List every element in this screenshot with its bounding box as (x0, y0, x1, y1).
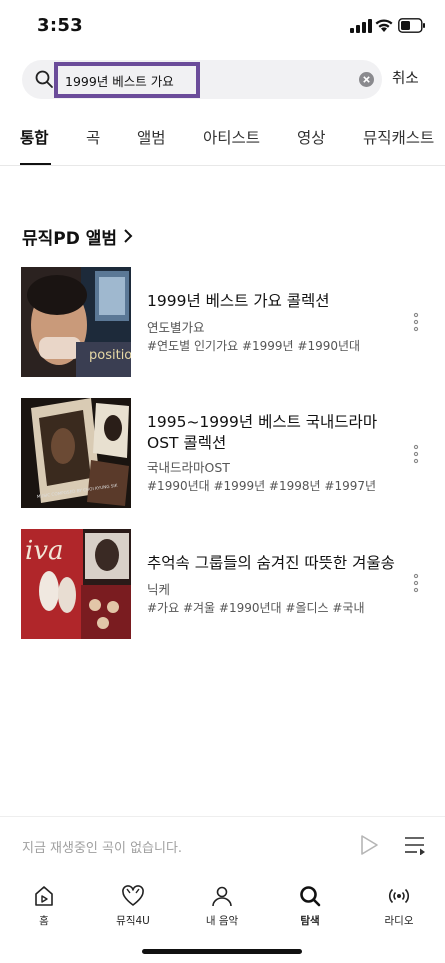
search-input[interactable] (58, 66, 196, 94)
home-icon (35, 886, 53, 906)
more-options-icon[interactable] (412, 312, 420, 332)
album-list-item[interactable]: position 1999년 베스트 가요 콜렉션 연도별가요 #연도별 인기가… (0, 267, 445, 379)
album-artist[interactable]: 국내드라마OST (147, 457, 230, 476)
heart-icon (122, 885, 144, 906)
search-icon (300, 886, 321, 907)
more-options-icon[interactable] (412, 573, 420, 593)
tab-albums[interactable]: 앨범 (137, 126, 166, 148)
status-time: 3:53 (37, 15, 83, 36)
tab-all[interactable]: 통합 (20, 126, 49, 148)
signal-icon (350, 19, 372, 33)
album-cover-image: iva (21, 529, 131, 639)
nav-radio[interactable]: 라디오 (364, 884, 434, 934)
album-cover-image: MUSIC COMPOSED BY CHOI KYUNG SIK (21, 398, 131, 508)
tab-artists[interactable]: 아티스트 (203, 126, 260, 148)
cancel-button[interactable]: 취소 (392, 67, 419, 88)
active-tab-indicator (20, 163, 51, 165)
clear-icon[interactable] (359, 72, 374, 87)
album-title[interactable]: 추억속 그룹들의 숨겨진 따뜻한 겨울송 (147, 553, 402, 574)
album-tags: #연도별 인기가요 #1999년 #1990년대 (147, 339, 361, 353)
wifi-icon (375, 19, 393, 32)
nav-radio-label: 라디오 (384, 915, 414, 927)
album-list-item[interactable]: iva 추억속 그룹들의 숨겨진 따뜻한 겨울송 닉케 #가요 #겨울 #199… (0, 529, 445, 641)
status-bar: 3:53 (0, 0, 445, 50)
album-title[interactable]: 1999년 베스트 가요 콜렉션 (147, 291, 402, 312)
album-tags: #1990년대 #1999년 #1998년 #1997년 (147, 479, 377, 493)
chevron-right-icon[interactable] (122, 228, 134, 244)
nav-home-label: 홈 (39, 915, 49, 927)
album-cover-text: iva (25, 536, 64, 566)
nav-music4u[interactable]: 뮤직4U (98, 884, 168, 934)
album-artist[interactable]: 닉케 (147, 579, 170, 598)
album-list-item[interactable]: MUSIC COMPOSED BY CHOI KYUNG SIK 1995~19… (0, 398, 445, 510)
mini-player[interactable]: 지금 재생중인 곡이 없습니다. (0, 816, 445, 874)
album-cover-image: position (21, 267, 131, 377)
nav-music4u-label: 뮤직4U (116, 915, 150, 927)
search-icon (35, 70, 53, 88)
radio-icon (388, 888, 410, 904)
tab-videos[interactable]: 영상 (297, 126, 326, 148)
nav-my-music[interactable]: 내 음악 (187, 884, 257, 934)
now-playing-status: 지금 재생중인 곡이 없습니다. (22, 841, 183, 856)
nav-explore[interactable]: 탐색 (275, 884, 345, 934)
search-bar[interactable] (22, 60, 382, 99)
album-cover-text: position (89, 348, 131, 363)
play-icon[interactable] (358, 834, 380, 856)
album-title[interactable]: 1995~1999년 베스트 국내드라마 OST 콜렉션 (147, 412, 402, 454)
album-tags: #가요 #겨울 #1990년대 #올디스 #국내 (147, 601, 365, 615)
search-input-highlight (54, 62, 200, 98)
result-tabs: 통합 곡 앨범 아티스트 영상 뮤직캐스트 (0, 118, 445, 166)
section-title[interactable]: 뮤직PD 앨범 (22, 224, 117, 249)
battery-icon (398, 18, 425, 33)
playlist-icon[interactable] (403, 835, 427, 855)
album-artist[interactable]: 연도별가요 (147, 317, 205, 336)
nav-home[interactable]: 홈 (9, 884, 79, 934)
nav-explore-label: 탐색 (300, 915, 320, 927)
more-options-icon[interactable] (412, 444, 420, 464)
tab-musiccast[interactable]: 뮤직캐스트 (363, 126, 434, 148)
person-icon (212, 886, 232, 907)
home-indicator (142, 949, 302, 954)
nav-my-music-label: 내 음악 (205, 915, 239, 927)
tab-songs[interactable]: 곡 (86, 126, 100, 148)
